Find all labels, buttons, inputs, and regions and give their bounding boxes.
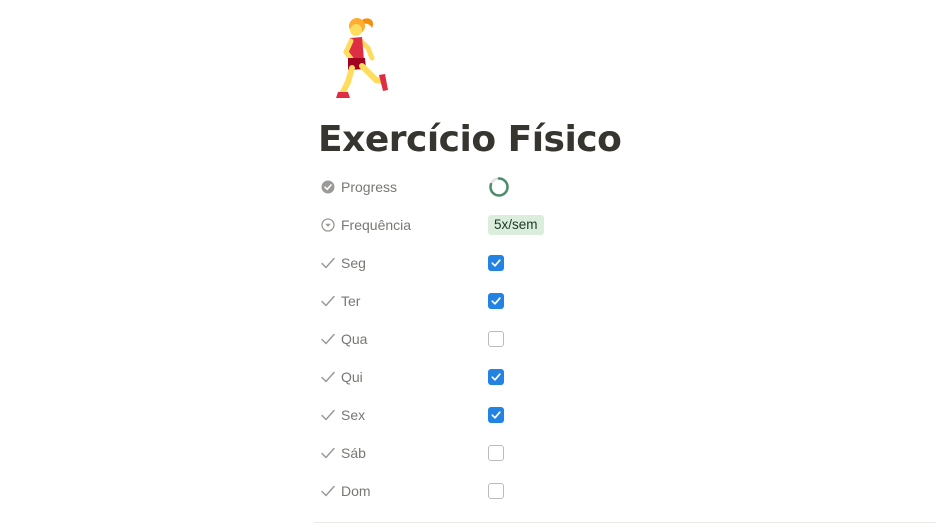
property-label: Sex <box>341 407 366 423</box>
property-value-dom <box>488 472 504 510</box>
property-value-frequencia[interactable]: 5x/sem <box>488 206 544 244</box>
checkmark-icon <box>320 483 336 499</box>
property-name-progress[interactable]: Progress <box>318 168 478 206</box>
checkmark-icon <box>320 255 336 271</box>
property-value-qui <box>488 358 504 396</box>
property-name-seg[interactable]: Seg <box>318 244 478 282</box>
checkmark-icon <box>320 407 336 423</box>
property-row-progress: Progress <box>318 168 918 206</box>
property-row-qui: Qui <box>318 358 918 396</box>
property-name-ter[interactable]: Ter <box>318 282 478 320</box>
property-row-sab: Sáb <box>318 434 918 472</box>
checkbox-sex[interactable] <box>488 407 504 423</box>
checkbox-qua[interactable] <box>488 331 504 347</box>
property-row-frequencia: Frequência 5x/sem <box>318 206 918 244</box>
property-name-frequencia[interactable]: Frequência <box>318 206 478 244</box>
properties-list: Progress Frequência 5x/sem Seg Ter Qua Q… <box>318 168 918 510</box>
property-row-sex: Sex <box>318 396 918 434</box>
property-value-ter <box>488 282 504 320</box>
property-row-qua: Qua <box>318 320 918 358</box>
checkbox-seg[interactable] <box>488 255 504 271</box>
check-mark-icon <box>491 411 501 419</box>
select-arrow-icon <box>320 217 336 233</box>
formula-check-icon <box>320 179 336 195</box>
property-label: Progress <box>341 179 398 195</box>
checkmark-icon <box>320 331 336 347</box>
frequencia-tag: 5x/sem <box>488 215 544 235</box>
property-label: Seg <box>341 255 366 271</box>
check-mark-icon <box>491 259 501 267</box>
property-value-sab <box>488 434 504 472</box>
property-name-sex[interactable]: Sex <box>318 396 478 434</box>
divider <box>314 522 936 523</box>
property-row-dom: Dom <box>318 472 918 510</box>
property-row-seg: Seg <box>318 244 918 282</box>
property-label: Qua <box>341 331 368 347</box>
checkmark-icon <box>320 293 336 309</box>
checkbox-dom[interactable] <box>488 483 504 499</box>
property-name-dom[interactable]: Dom <box>318 472 478 510</box>
page-title: Exercício Físico <box>318 119 622 160</box>
page: Exercício Físico Progress Frequência 5x/… <box>314 0 940 529</box>
checkmark-icon <box>320 369 336 385</box>
property-value-sex <box>488 396 504 434</box>
progress-ring <box>488 176 510 198</box>
property-value-seg <box>488 244 504 282</box>
property-label: Sáb <box>341 445 366 461</box>
checkbox-sab[interactable] <box>488 445 504 461</box>
check-mark-icon <box>491 297 501 305</box>
woman-running-emoji-icon[interactable] <box>332 14 394 102</box>
property-label: Frequência <box>341 217 412 233</box>
checkbox-ter[interactable] <box>488 293 504 309</box>
property-name-qui[interactable]: Qui <box>318 358 478 396</box>
checkbox-qui[interactable] <box>488 369 504 385</box>
day-checkbox-rows: Seg Ter Qua Qui Sex Sáb Dom <box>318 244 918 510</box>
property-label: Qui <box>341 369 363 385</box>
property-value-progress[interactable] <box>488 168 510 206</box>
property-name-qua[interactable]: Qua <box>318 320 478 358</box>
property-label: Ter <box>341 293 361 309</box>
property-row-ter: Ter <box>318 282 918 320</box>
property-value-qua <box>488 320 504 358</box>
check-mark-icon <box>491 373 501 381</box>
property-label: Dom <box>341 483 371 499</box>
property-name-sab[interactable]: Sáb <box>318 434 478 472</box>
checkmark-icon <box>320 445 336 461</box>
